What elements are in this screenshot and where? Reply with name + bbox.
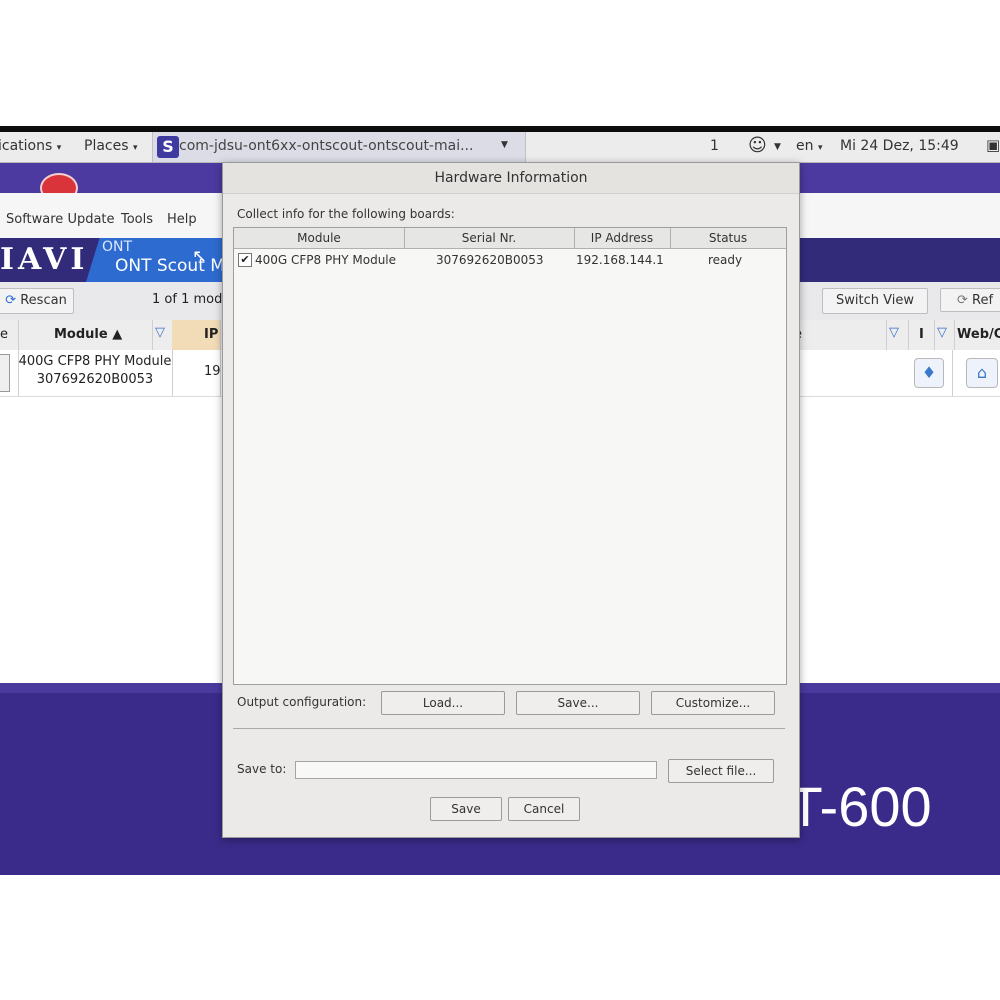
column-header-module[interactable]: Module ▲ <box>18 320 153 350</box>
rescan-button[interactable]: ⟳ Rescan <box>0 288 74 314</box>
product-small-label: ONT <box>102 239 133 255</box>
filter-icon: ▽ <box>937 325 947 340</box>
network-icon[interactable]: ▣ <box>986 136 1000 154</box>
refresh-icon: ⟳ <box>957 293 968 308</box>
column-header-serial[interactable]: Serial Nr. <box>404 228 575 248</box>
customize-button[interactable]: Customize... <box>651 691 775 715</box>
filter-icon: ▽ <box>889 325 899 340</box>
menu-software-update[interactable]: Software Update <box>6 212 115 227</box>
ip-cell: 19 <box>172 350 221 396</box>
menu-tools[interactable]: Tools <box>121 212 153 227</box>
screen: ications ▾ Places ▾ S com-jdsu-ont6xx-on… <box>0 126 1000 875</box>
home-icon[interactable]: ⌂ <box>966 358 998 388</box>
column-filter-button[interactable]: ▽ <box>934 320 955 350</box>
row-handle[interactable] <box>0 354 10 392</box>
module-cell: 400G CFP8 PHY Module 307692620B0053 <box>18 350 173 396</box>
column-header-ip[interactable]: IP <box>172 320 221 350</box>
places-menu[interactable]: Places ▾ <box>84 138 138 154</box>
column-header[interactable]: e <box>794 320 887 350</box>
board-status: ready <box>708 253 743 267</box>
board-ip-address: 192.168.144.1 <box>576 253 664 267</box>
hardware-information-dialog: Hardware Information Collect info for th… <box>222 162 800 838</box>
dropdown-arrow-icon: ▾ <box>817 143 823 153</box>
window-title: com-jdsu-ont6xx-ontscout-ontscout-mai... <box>179 138 474 154</box>
system-top-bar: ications ▾ Places ▾ S com-jdsu-ont6xx-on… <box>0 132 1000 163</box>
column-header-i[interactable]: I <box>908 320 935 350</box>
module-serial: 307692620B0053 <box>36 372 154 387</box>
dialog-title[interactable]: Hardware Information <box>223 163 799 194</box>
applications-menu[interactable]: ications ▾ <box>0 138 61 154</box>
save-button[interactable]: Save <box>430 797 502 821</box>
column-header-ip-address[interactable]: IP Address <box>574 228 671 248</box>
app-s-icon: S <box>157 136 179 158</box>
collect-info-label: Collect info for the following boards: <box>237 207 455 221</box>
filter-icon: ▽ <box>155 325 165 340</box>
clock[interactable]: Mi 24 Dez, 15:49 <box>840 138 959 154</box>
board-serial: 307692620B0053 <box>436 253 544 267</box>
board-module: 400G CFP8 PHY Module <box>255 253 397 267</box>
save-config-button[interactable]: Save... <box>516 691 640 715</box>
tag-icon[interactable]: ♦ <box>914 358 944 388</box>
boards-list[interactable]: Module Serial Nr. IP Address Status ✔ 40… <box>233 227 787 685</box>
board-checkbox[interactable]: ✔ <box>238 253 252 267</box>
language-selector[interactable]: en ▾ <box>796 138 822 154</box>
save-to-label: Save to: <box>237 762 287 776</box>
dropdown-arrow-icon: ▼ <box>774 142 781 152</box>
switch-view-button[interactable]: Switch View <box>822 288 928 314</box>
active-window-tab[interactable]: S com-jdsu-ont6xx-ontscout-ontscout-mai.… <box>152 132 526 162</box>
column-header[interactable]: e <box>0 320 19 350</box>
column-filter-button[interactable]: ▽ <box>886 320 909 350</box>
brand-logo: IAVI <box>0 242 89 277</box>
output-config-label: Output configuration: <box>237 695 367 709</box>
column-header-module[interactable]: Module <box>234 228 405 248</box>
column-header-webc[interactable]: Web/C <box>954 320 1000 350</box>
accessibility-icon[interactable]: ☺ <box>748 135 767 156</box>
cancel-button[interactable]: Cancel <box>508 797 580 821</box>
dropdown-arrow-icon: ▼ <box>501 140 508 150</box>
row-selector <box>0 350 19 396</box>
refresh-button[interactable]: ⟳ Ref <box>940 288 1000 312</box>
web-cell: ⌂ <box>952 350 1000 396</box>
refresh-icon: ⟳ <box>5 293 17 308</box>
module-count: 1 of 1 mod <box>152 292 223 307</box>
product-name: ONT Scout M <box>115 256 225 276</box>
load-button[interactable]: Load... <box>381 691 505 715</box>
mouse-cursor-icon: ↖ <box>192 246 208 267</box>
module-name: 400G CFP8 PHY Module <box>18 354 172 369</box>
dropdown-arrow-icon: ▾ <box>132 143 138 153</box>
board-row[interactable]: ✔ 400G CFP8 PHY Module 307692620B0053 19… <box>234 249 786 271</box>
workspace-indicator[interactable]: 1 <box>710 138 719 154</box>
dropdown-arrow-icon: ▾ <box>56 143 62 153</box>
tag-cell: ♦ <box>906 350 953 396</box>
dialog-separator <box>233 728 785 729</box>
column-header-status[interactable]: Status <box>670 228 786 248</box>
boards-list-header: Module Serial Nr. IP Address Status <box>234 228 786 249</box>
column-filter-button[interactable]: ▽ <box>152 320 173 350</box>
select-file-button[interactable]: Select file... <box>668 759 774 783</box>
save-to-input[interactable] <box>295 761 657 779</box>
menu-help[interactable]: Help <box>167 212 197 227</box>
